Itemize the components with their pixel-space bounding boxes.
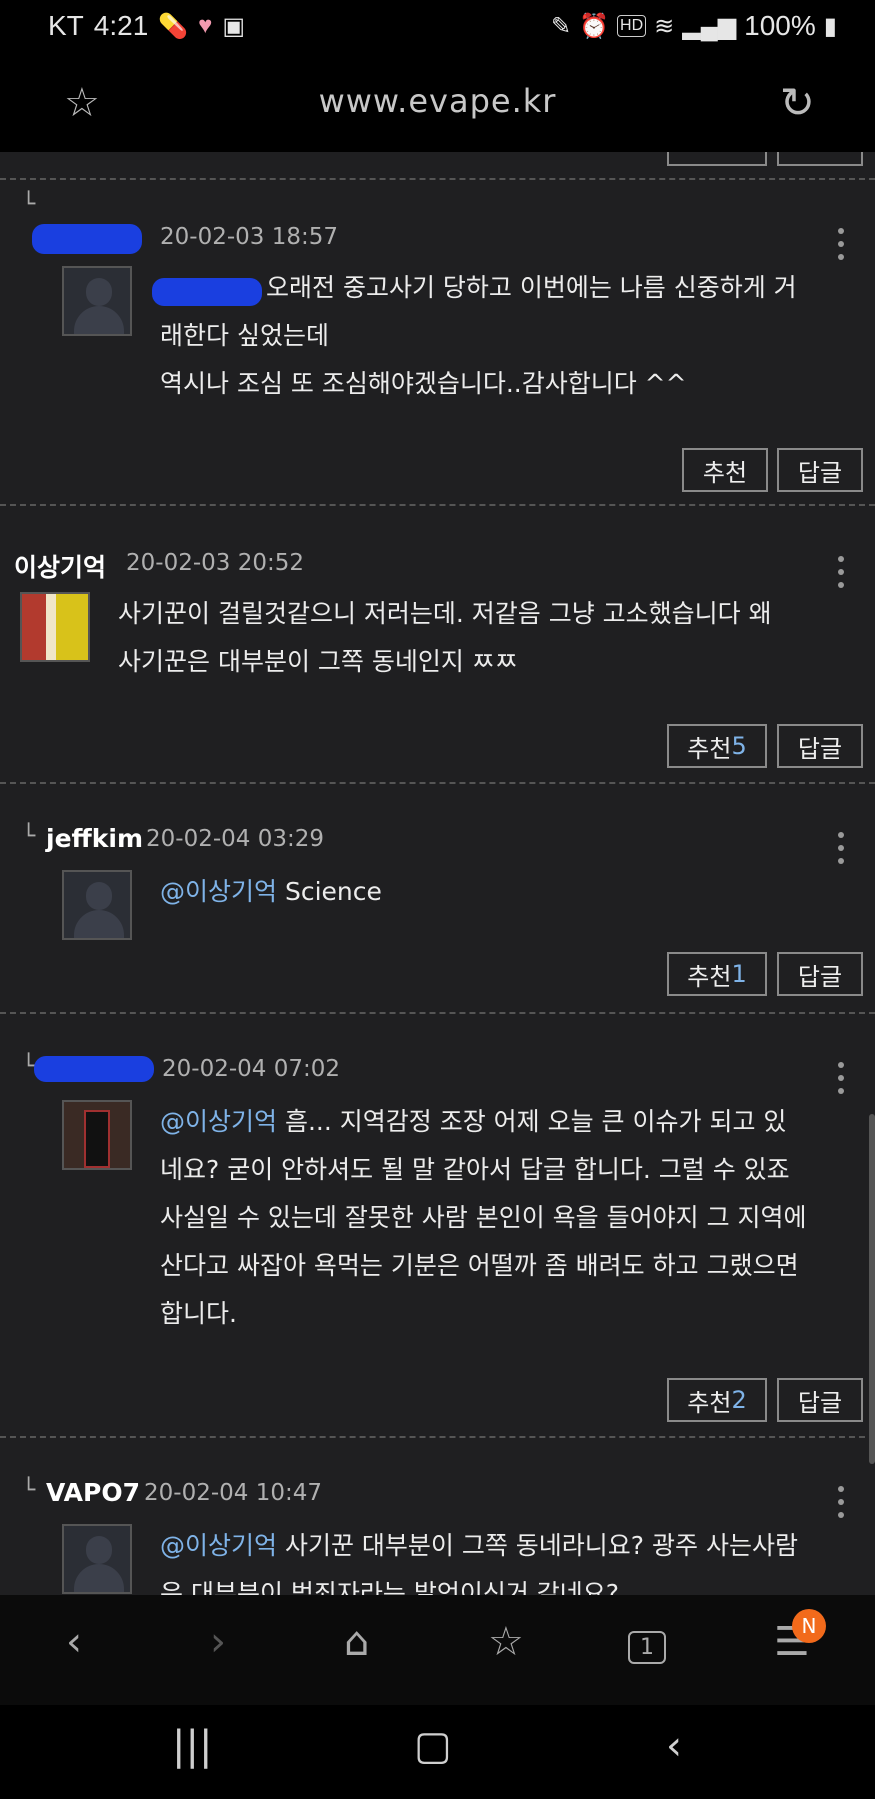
browser-url-bar: ☆ www.evape.kr ↻ bbox=[0, 52, 875, 152]
comment-list: └ 20-02-03 18:57 오래전 중고사기 당하고 이번에는 나름 신중… bbox=[0, 152, 875, 1595]
status-bar: KT 4:21 💊 ♥ ▣ ✎ ⏰ HD ≋ ▂▄▆ 100% ▮ bbox=[0, 0, 875, 52]
reload-icon[interactable]: ↻ bbox=[780, 78, 815, 127]
carrier-label: KT bbox=[48, 10, 84, 41]
redacted-author bbox=[34, 1056, 154, 1082]
comment-text: @이상기억 사기꾼 대부분이 그쪽 동네라니요? 광주 사는사람 bbox=[160, 1531, 798, 1560]
reply-marker: └ bbox=[22, 1478, 36, 1503]
reply-button[interactable]: 답글 bbox=[777, 952, 863, 996]
comment-date: 20-02-04 03:29 bbox=[146, 826, 324, 852]
mention-link[interactable]: @이상기억 bbox=[160, 1107, 277, 1136]
avatar[interactable] bbox=[62, 870, 132, 940]
comment-text: 오래전 중고사기 당하고 이번에는 나름 신중하게 거 bbox=[266, 273, 797, 302]
reply-marker: └ bbox=[22, 824, 36, 849]
tabs-icon[interactable]: 1 bbox=[628, 1631, 666, 1664]
comment-divider bbox=[0, 178, 875, 180]
more-options-icon[interactable] bbox=[838, 1486, 844, 1525]
comment-text: 합니다. bbox=[160, 1299, 237, 1328]
comment-author[interactable]: 이상기억 bbox=[14, 548, 106, 584]
comment-date: 20-02-03 18:57 bbox=[160, 224, 338, 250]
avatar[interactable] bbox=[62, 1100, 132, 1170]
pill-icon: 💊 bbox=[158, 12, 189, 40]
notification-badge: N bbox=[792, 1609, 826, 1643]
comment-author[interactable]: VAPO7 bbox=[46, 1478, 140, 1507]
recommend-button[interactable]: 추천 bbox=[682, 448, 768, 492]
recommend-button[interactable]: 추천 5 bbox=[667, 724, 767, 768]
recommend-button[interactable] bbox=[667, 152, 767, 166]
reply-button[interactable]: 답글 bbox=[777, 448, 863, 492]
s-icon: ▣ bbox=[222, 12, 246, 40]
home-icon[interactable]: ⌂ bbox=[344, 1619, 369, 1665]
wifi-icon: ≋ bbox=[654, 12, 675, 40]
more-options-icon[interactable] bbox=[838, 228, 844, 267]
comment-author[interactable]: jeffkim bbox=[46, 824, 143, 853]
comment-date: 20-02-03 20:52 bbox=[126, 550, 304, 576]
avatar[interactable] bbox=[62, 266, 132, 336]
comment-text: @이상기억 Science bbox=[160, 877, 382, 906]
reply-button[interactable]: 답글 bbox=[777, 724, 863, 768]
comment-text: 역시나 조심 또 조심해야겠습니다..감사합니다 ^^ bbox=[160, 369, 687, 398]
back-icon[interactable]: ‹ bbox=[66, 1619, 82, 1665]
home-button-icon[interactable]: ▢ bbox=[414, 1723, 452, 1769]
comment-text: 사기꾼이 걸릴것같으니 저러는데. 저같음 그냥 고소했습니다 왜 bbox=[118, 599, 772, 628]
more-options-icon[interactable] bbox=[838, 1062, 844, 1101]
comment-text: 은 대부분이 범죄자라는 발언이신거 같네요? bbox=[160, 1579, 620, 1595]
battery-percent: 100% bbox=[744, 10, 816, 41]
reply-button[interactable] bbox=[777, 152, 863, 166]
alarm-icon: ⏰ bbox=[579, 12, 610, 40]
comment-divider bbox=[0, 1012, 875, 1014]
mention-link[interactable]: @이상기억 bbox=[160, 877, 277, 906]
comment-text: 사실일 수 있는데 잘못한 사람 본인이 욕을 들어야지 그 지역에 bbox=[160, 1203, 807, 1232]
mention-link[interactable]: @이상기억 bbox=[160, 1531, 277, 1560]
comment-date: 20-02-04 10:47 bbox=[144, 1480, 322, 1506]
comment-text: 래한다 싶었는데 bbox=[160, 321, 329, 350]
browser-bottom-nav: ‹ › ⌂ ☆ 1 ☰ N bbox=[0, 1595, 875, 1705]
reply-marker: └ bbox=[22, 192, 36, 217]
recommend-button[interactable]: 추천 1 bbox=[667, 952, 767, 996]
redacted-author bbox=[32, 224, 142, 254]
comment-text: 사기꾼은 대부분이 그쪽 동네인지 ㅉㅉ bbox=[118, 647, 518, 676]
system-nav-bar: ||| ▢ ‹ bbox=[0, 1705, 875, 1799]
avatar[interactable] bbox=[20, 592, 90, 662]
comment-date: 20-02-04 07:02 bbox=[162, 1056, 340, 1082]
comment-text: 네요? 굳이 안하셔도 될 말 같아서 답글 합니다. 그럴 수 있죠 bbox=[160, 1155, 790, 1184]
url-text[interactable]: www.evape.kr bbox=[0, 82, 875, 120]
avatar[interactable] bbox=[62, 1524, 132, 1594]
comment-divider bbox=[0, 504, 875, 506]
recents-icon[interactable]: ||| bbox=[172, 1723, 212, 1769]
recommend-button[interactable]: 추천 2 bbox=[667, 1378, 767, 1422]
redacted-mention bbox=[152, 278, 262, 306]
pen-icon: ✎ bbox=[551, 12, 572, 40]
reply-button[interactable]: 답글 bbox=[777, 1378, 863, 1422]
scrollbar[interactable] bbox=[869, 1114, 875, 1464]
more-options-icon[interactable] bbox=[838, 832, 844, 871]
forward-icon[interactable]: › bbox=[210, 1619, 226, 1665]
heart-icon: ♥ bbox=[198, 12, 213, 39]
comment-divider bbox=[0, 1436, 875, 1438]
back-button-icon[interactable]: ‹ bbox=[666, 1723, 682, 1769]
comment-text: 산다고 싸잡아 욕먹는 기분은 어떨까 좀 배려도 하고 그랬으면 bbox=[160, 1251, 799, 1280]
battery-icon: ▮ bbox=[823, 12, 837, 40]
signal-icon: ▂▄▆ bbox=[682, 12, 737, 40]
comment-divider bbox=[0, 782, 875, 784]
bookmark-icon[interactable]: ☆ bbox=[488, 1619, 524, 1665]
clock: 4:21 bbox=[93, 10, 149, 41]
more-options-icon[interactable] bbox=[838, 556, 844, 595]
comment-text: @이상기억 흠... 지역감정 조장 어제 오늘 큰 이슈가 되고 있 bbox=[160, 1107, 787, 1136]
hd-icon: HD bbox=[617, 15, 647, 37]
